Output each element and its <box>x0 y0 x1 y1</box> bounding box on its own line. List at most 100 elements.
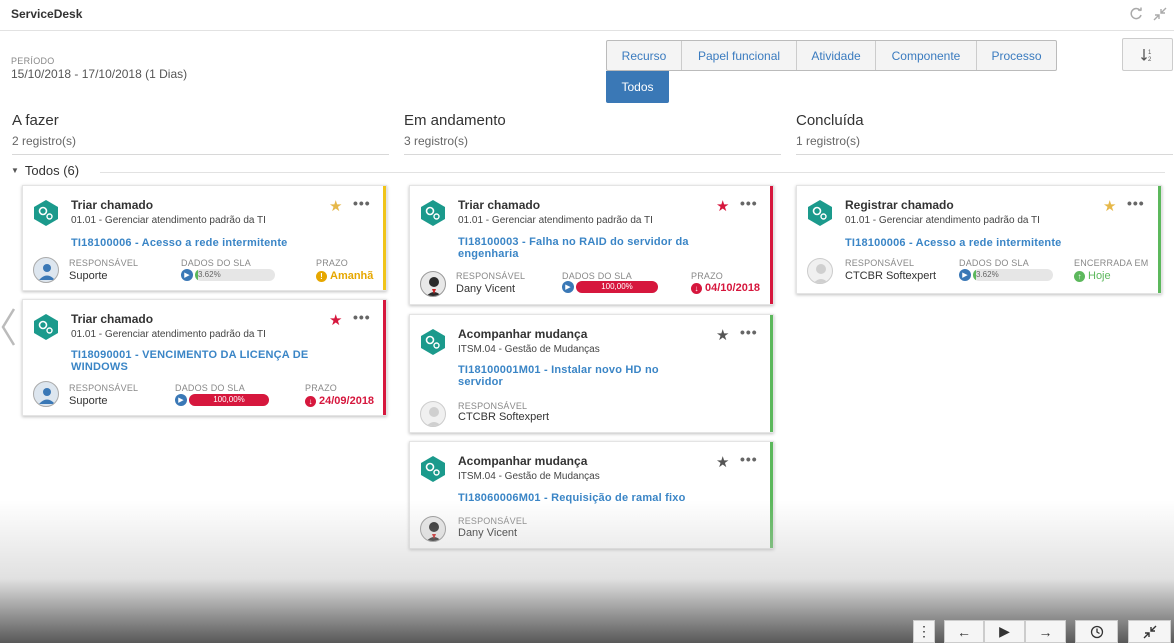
task-link[interactable]: TI18060006M01 - Requisição de ramal fixo <box>458 492 738 504</box>
task-link[interactable]: TI18100006 - Acesso a rede intermitente <box>845 237 1135 249</box>
prazo-text: 04/10/2018 <box>705 282 761 294</box>
play-icon: ▶ <box>181 269 193 281</box>
resp-label: RESPONSÁVEL <box>456 271 526 281</box>
group-avatar <box>33 257 59 283</box>
more-icon[interactable]: ••• <box>740 451 758 467</box>
column-a-fazer: A fazer 2 registro(s) <box>12 112 389 155</box>
prazo-label: PRAZO <box>316 258 349 268</box>
clock-button[interactable] <box>1075 620 1118 643</box>
group-divider <box>100 172 1165 173</box>
resp-label: RESPONSÁVEL <box>69 258 139 268</box>
more-icon[interactable]: ••• <box>353 195 371 211</box>
task-title: Triar chamado <box>71 198 154 212</box>
more-icon[interactable]: ••• <box>740 324 758 340</box>
nav-toolbar: ← ▶ → <box>944 620 1066 643</box>
task-card[interactable]: Acompanhar mudança ITSM.04 - Gestão de M… <box>409 441 774 549</box>
group-toggle[interactable]: ▼ Todos (6) <box>11 163 79 178</box>
task-title: Acompanhar mudança <box>458 327 588 341</box>
clock-icon <box>1090 625 1103 638</box>
arrow-right-icon: → <box>1038 623 1053 640</box>
resp-value: Dany Vicent <box>458 527 518 539</box>
task-link[interactable]: TI18100003 - Falha no RAID do servidor d… <box>458 236 733 260</box>
sla-label: DADOS DO SLA <box>175 383 245 393</box>
prazo-label: PRAZO <box>305 383 338 393</box>
column-count: 3 registro(s) <box>404 134 469 148</box>
task-gear-icon <box>421 456 445 482</box>
resp-value: Suporte <box>69 395 108 407</box>
task-subtitle: ITSM.04 - Gestão de Mudanças <box>458 471 600 482</box>
tab-papel-funcional[interactable]: Papel funcional <box>682 41 797 70</box>
tab-componente[interactable]: Componente <box>876 41 977 70</box>
task-subtitle: 01.01 - Gerenciar atendimento padrão da … <box>458 215 653 226</box>
play-icon: ▶ <box>999 623 1010 639</box>
more-icon[interactable]: ••• <box>1127 195 1145 211</box>
prazo-label: PRAZO <box>691 271 724 281</box>
minimize-button[interactable] <box>1128 620 1171 643</box>
resp-label: RESPONSÁVEL <box>458 516 528 526</box>
sla-progress: ▶ 3.62% <box>959 269 1053 281</box>
tab-recurso[interactable]: Recurso <box>607 41 682 70</box>
user-avatar <box>807 258 833 284</box>
arrow-up-icon: ↑ <box>1074 270 1085 282</box>
star-icon[interactable]: ★ <box>716 326 729 344</box>
task-gear-icon <box>421 329 445 355</box>
refresh-icon[interactable] <box>1128 6 1144 22</box>
chevron-left-icon[interactable] <box>0 307 16 347</box>
sla-label: DADOS DO SLA <box>959 258 1029 268</box>
task-gear-icon <box>34 314 58 340</box>
column-title: Concluída <box>796 112 864 129</box>
tab-processo[interactable]: Processo <box>977 41 1056 70</box>
prazo-value: ! Amanhã <box>316 270 373 282</box>
star-icon[interactable]: ★ <box>329 311 342 329</box>
encerrada-value: ↑ Hoje <box>1074 270 1111 282</box>
collapse-icon[interactable] <box>1152 6 1168 22</box>
svg-text:1: 1 <box>1148 50 1152 56</box>
star-icon[interactable]: ★ <box>716 453 729 471</box>
sla-value: 3.62% <box>976 270 999 279</box>
star-icon[interactable]: ★ <box>329 197 342 215</box>
task-link[interactable]: TI18100006 - Acesso a rede intermitente <box>71 237 361 249</box>
prev-button[interactable]: ← <box>944 620 984 643</box>
column-title: Em andamento <box>404 112 506 129</box>
task-gear-icon <box>421 200 445 226</box>
drag-handle-icon[interactable]: ⋮ <box>913 620 935 643</box>
task-card[interactable]: Triar chamado 01.01 - Gerenciar atendime… <box>409 185 774 305</box>
resp-value: Suporte <box>69 270 108 282</box>
more-icon[interactable]: ••• <box>353 309 371 325</box>
sort-button[interactable]: 12 <box>1122 38 1173 71</box>
task-title: Acompanhar mudança <box>458 454 588 468</box>
star-icon[interactable]: ★ <box>1103 197 1116 215</box>
collapse-icon <box>1143 625 1156 638</box>
play-icon: ▶ <box>562 281 574 293</box>
sla-value: 3.62% <box>198 270 221 279</box>
column-count: 2 registro(s) <box>12 134 77 148</box>
task-subtitle: 01.01 - Gerenciar atendimento padrão da … <box>71 329 266 340</box>
tab-todos[interactable]: Todos <box>606 71 669 103</box>
task-title: Triar chamado <box>71 312 154 326</box>
task-subtitle: 01.01 - Gerenciar atendimento padrão da … <box>71 215 266 226</box>
task-card[interactable]: Triar chamado 01.01 - Gerenciar atendime… <box>22 185 387 291</box>
more-icon[interactable]: ••• <box>740 195 758 211</box>
task-card[interactable]: Acompanhar mudança ITSM.04 - Gestão de M… <box>409 314 774 433</box>
task-card[interactable]: Triar chamado 01.01 - Gerenciar atendime… <box>22 299 387 416</box>
prazo-value: ↓ 24/09/2018 <box>305 395 374 407</box>
column-count: 1 registro(s) <box>796 134 861 148</box>
status-bar <box>1158 186 1161 293</box>
task-link[interactable]: TI18100001M01 - Instalar novo HD no serv… <box>458 364 698 388</box>
status-bar <box>770 315 773 432</box>
extra-toolbar <box>1075 620 1171 643</box>
sla-value: 100,00% <box>213 395 245 404</box>
sla-label: DADOS DO SLA <box>181 258 251 268</box>
task-subtitle: 01.01 - Gerenciar atendimento padrão da … <box>845 215 1040 226</box>
task-link[interactable]: TI18090001 - VENCIMENTO DA LICENÇA DE WI… <box>71 349 361 373</box>
sla-value: 100,00% <box>601 282 633 291</box>
next-button[interactable]: → <box>1025 620 1066 643</box>
app-title: ServiceDesk <box>11 7 83 21</box>
play-button[interactable]: ▶ <box>984 620 1025 643</box>
tab-atividade[interactable]: Atividade <box>797 41 876 70</box>
task-card[interactable]: Registrar chamado 01.01 - Gerenciar aten… <box>796 185 1162 294</box>
star-icon[interactable]: ★ <box>716 197 729 215</box>
column-em-andamento: Em andamento 3 registro(s) <box>404 112 781 155</box>
top-bar: ServiceDesk <box>0 0 1174 31</box>
caret-down-icon: ▼ <box>11 166 19 175</box>
